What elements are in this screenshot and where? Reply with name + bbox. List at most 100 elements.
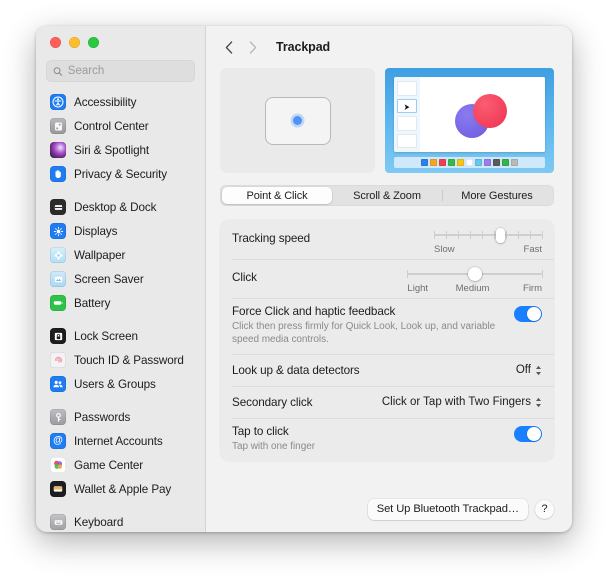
sidebar-item-passwords[interactable]: Passwords <box>44 405 197 429</box>
trackpad-outline-icon <box>264 96 331 145</box>
demo-sidebar-rail: ➤ <box>394 77 420 152</box>
slider-tick <box>446 231 448 239</box>
sidebar-item-label: Privacy & Security <box>74 167 168 181</box>
search-icon <box>53 66 63 76</box>
red-circle-shape <box>472 93 507 128</box>
secondary-click-label: Secondary click <box>232 395 313 409</box>
sidebar-group: Lock Screen Touch ID & Password Users & … <box>44 324 197 405</box>
slider-tick <box>542 231 544 239</box>
tap-to-click-label: Tap to click <box>232 425 289 438</box>
sidebar-item-label: Control Center <box>74 119 149 133</box>
tracking-speed-slider[interactable]: Slow Fast <box>434 228 544 255</box>
click-mid-label: Medium <box>455 283 490 294</box>
palette-swatch <box>466 159 473 166</box>
sidebar-item-touch-id-password[interactable]: Touch ID & Password <box>44 348 197 372</box>
click-label: Click <box>232 271 257 284</box>
sidebar-item-label: Screen Saver <box>74 272 144 286</box>
sidebar-item-control-center[interactable]: Control Center <box>44 114 197 138</box>
tab-point-and-click[interactable]: Point & Click <box>222 187 332 204</box>
chevron-left-icon <box>225 40 233 54</box>
force-click-label: Force Click and haptic feedback <box>232 305 396 318</box>
sidebar-item-screen-saver[interactable]: Screen Saver <box>44 267 197 291</box>
search-container <box>36 58 205 90</box>
click-scale: Light Medium Firm <box>407 283 542 294</box>
wallpaper-icon <box>50 247 66 263</box>
sidebar-list[interactable]: Accessibility Control Center Siri & Spot… <box>36 90 205 532</box>
sidebar-item-users-groups[interactable]: Users & Groups <box>44 372 197 396</box>
help-button[interactable]: ? <box>535 499 554 519</box>
row-click: Click Light Medium Firm <box>220 259 554 298</box>
cursor-dot-icon <box>293 116 302 125</box>
sidebar-item-label: Users & Groups <box>74 377 156 391</box>
force-click-toggle[interactable] <box>514 306 542 322</box>
settings-content: ➤ Point & Click Scroll & Zoom More Gestu… <box>206 68 572 486</box>
row-tracking-speed: Tracking speed Slow Fast <box>220 220 554 259</box>
close-button[interactable] <box>50 36 61 48</box>
sidebar-item-siri-spotlight[interactable]: Siri & Spotlight <box>44 138 197 162</box>
sidebar-item-label: Lock Screen <box>74 329 138 343</box>
system-settings-window: Accessibility Control Center Siri & Spot… <box>36 26 572 532</box>
sidebar-item-label: Passwords <box>74 410 131 424</box>
sidebar-item-accessibility[interactable]: Accessibility <box>44 90 197 114</box>
look-up-popup-button[interactable]: Off <box>516 364 542 376</box>
sidebar-item-label: Touch ID & Password <box>74 353 184 367</box>
sidebar-item-game-center[interactable]: Game Center <box>44 453 197 477</box>
palette-swatch <box>439 159 446 166</box>
demo-video-preview[interactable]: ➤ <box>385 68 554 173</box>
rail-cell-active: ➤ <box>397 98 417 113</box>
slider-tick <box>494 231 496 239</box>
sidebar-item-label: Battery <box>74 296 111 310</box>
sidebar: Accessibility Control Center Siri & Spot… <box>36 26 206 532</box>
palette-swatch <box>475 159 482 166</box>
click-slider[interactable]: Light Medium Firm <box>407 267 544 294</box>
users-groups-icon <box>50 376 66 392</box>
palette-swatch <box>457 159 464 166</box>
row-secondary-click: Secondary click Click or Tap with Two Fi… <box>220 386 554 418</box>
lock-screen-icon <box>50 328 66 344</box>
accessibility-icon <box>50 94 66 110</box>
forward-button[interactable] <box>242 36 264 58</box>
tap-to-click-toggle[interactable] <box>514 426 542 442</box>
slider-knob[interactable] <box>467 267 482 281</box>
sidebar-group: Keyboard Trackpad Printers & Scanners <box>44 510 197 532</box>
displays-icon <box>50 223 66 239</box>
back-button[interactable] <box>218 36 240 58</box>
tracking-speed-scale: Slow Fast <box>434 244 542 255</box>
demo-shapes <box>454 92 511 138</box>
siri-icon <box>50 142 66 158</box>
sidebar-item-desktop-dock[interactable]: Desktop & Dock <box>44 195 197 219</box>
setup-bluetooth-trackpad-button[interactable]: Set Up Bluetooth Trackpad… <box>367 498 528 520</box>
row-look-up: Look up & data detectors Off <box>220 354 554 386</box>
rail-cell <box>397 133 417 148</box>
sidebar-item-privacy-security[interactable]: Privacy & Security <box>44 162 197 186</box>
tracking-speed-max-label: Fast <box>523 244 543 255</box>
search-input[interactable] <box>67 65 188 77</box>
sidebar-item-keyboard[interactable]: Keyboard <box>44 510 197 532</box>
search-field[interactable] <box>46 60 195 82</box>
tracking-speed-label: Tracking speed <box>232 232 311 245</box>
privacy-hand-icon <box>50 166 66 182</box>
sidebar-item-lock-screen[interactable]: Lock Screen <box>44 324 197 348</box>
tab-scroll-and-zoom[interactable]: Scroll & Zoom <box>332 187 442 204</box>
slider-tick <box>407 270 409 278</box>
pointer-arrow-icon: ➤ <box>403 101 410 112</box>
sidebar-group: Desktop & Dock Displays Wallpaper Screen… <box>44 195 197 324</box>
sidebar-item-displays[interactable]: Displays <box>44 219 197 243</box>
sidebar-item-internet-accounts[interactable]: @ Internet Accounts <box>44 429 197 453</box>
minimize-button[interactable] <box>69 36 80 48</box>
window-controls <box>36 26 205 58</box>
sidebar-item-wallet-apple-pay[interactable]: Wallet & Apple Pay <box>44 477 197 501</box>
slider-knob[interactable] <box>496 228 506 243</box>
sidebar-item-battery[interactable]: Battery <box>44 291 197 315</box>
slider-tick <box>458 231 460 239</box>
tab-more-gestures[interactable]: More Gestures <box>442 187 552 204</box>
sidebar-item-wallpaper[interactable]: Wallpaper <box>44 243 197 267</box>
zoom-button[interactable] <box>88 36 99 48</box>
passwords-key-icon <box>50 409 66 425</box>
slider-tick <box>506 231 508 239</box>
click-max-label: Firm <box>523 283 543 294</box>
game-center-icon <box>50 457 66 473</box>
toggle-thumb <box>527 307 541 321</box>
secondary-click-popup-button[interactable]: Click or Tap with Two Fingers <box>382 396 542 408</box>
slider-tick <box>482 231 484 239</box>
